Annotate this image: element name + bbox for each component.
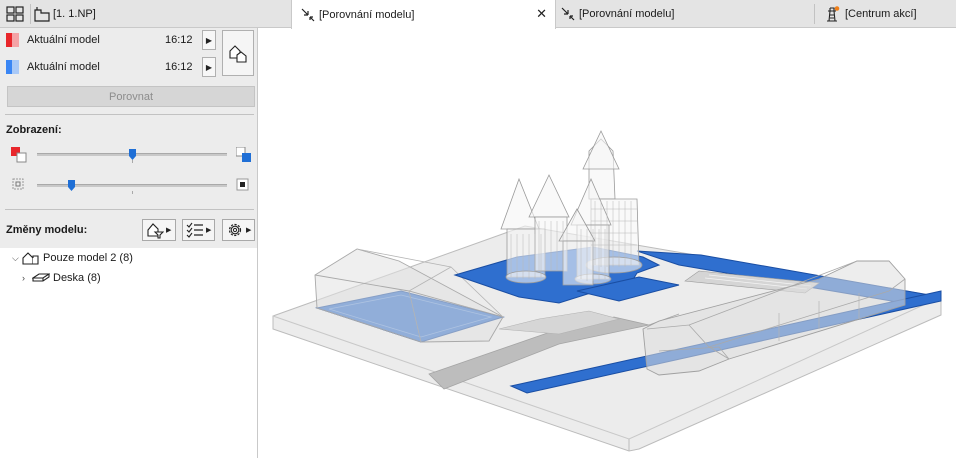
list-icon	[186, 222, 203, 238]
tab-label: [1. 1.NP]	[53, 8, 96, 20]
model-1-select-button[interactable]: ▶	[202, 30, 216, 50]
tab-label: [Porovnání modelu]	[579, 8, 675, 20]
model-row-1: Aktuální model 16:12	[6, 30, 216, 50]
display-label: Zobrazení:	[6, 124, 62, 136]
model-row-2: Aktuální model 16:12	[6, 57, 216, 77]
castle-wireframe	[500, 130, 643, 286]
settings-button[interactable]: ▶	[222, 219, 255, 241]
floor-plan-icon	[34, 7, 50, 22]
slider-tick	[132, 191, 133, 194]
tree-item-only-model-2[interactable]: ⌵ Pouze model 2 (8)	[12, 249, 133, 267]
model-2-swatch	[6, 60, 19, 74]
opaque-icon	[236, 178, 249, 191]
swap-icon	[229, 45, 247, 63]
model-1-swatch	[6, 33, 19, 47]
tab-label: [Centrum akcí]	[845, 8, 917, 20]
tree-item-label: Deska (8)	[53, 272, 101, 284]
grid-icon	[6, 6, 24, 22]
tab-separator	[30, 4, 31, 24]
model-3d-render	[272, 130, 942, 452]
divider	[5, 209, 254, 210]
transparent-icon	[12, 178, 24, 190]
tab-action-center[interactable]: [Centrum akcí]	[822, 0, 956, 28]
model-2-select-button[interactable]: ▶	[202, 57, 216, 77]
swap-models-button[interactable]	[222, 30, 254, 76]
opacity-slider-thumb[interactable]	[68, 180, 75, 191]
model-2-name: Aktuální model	[27, 61, 100, 73]
compare-icon	[301, 8, 315, 21]
settings-icon	[228, 223, 242, 237]
model-3d-viewport[interactable]	[259, 29, 956, 458]
slider-tick	[132, 160, 133, 163]
divider	[5, 114, 254, 115]
tower-icon	[827, 6, 840, 22]
model-1-name: Aktuální model	[27, 34, 100, 46]
color-slider-thumb[interactable]	[129, 149, 136, 160]
compare-icon	[561, 7, 575, 21]
tree-item-slab[interactable]: › Deska (8)	[22, 269, 101, 287]
compare-button[interactable]: Porovnat	[7, 86, 255, 107]
chevron-down-icon[interactable]: ⌵	[12, 253, 22, 264]
tab-label: [Porovnání modelu]	[319, 8, 415, 21]
model-changes-label: Změny modelu:	[6, 224, 88, 236]
building-icon	[22, 252, 39, 265]
model-1-color-icon	[11, 147, 27, 163]
chevron-right-icon: ▶	[206, 227, 212, 234]
tab-model-compare-active[interactable]: [Porovnání modelu] ✕	[291, 0, 556, 29]
tab-floor-plan[interactable]: [1. 1.NP]	[34, 0, 284, 28]
tab-bar: [1. 1.NP] [Porovnání modelu] ✕ [Porovnán…	[0, 0, 956, 29]
close-icon[interactable]: ✕	[536, 7, 547, 20]
tab-model-compare[interactable]: [Porovnání modelu]	[560, 0, 810, 28]
list-options-button[interactable]: ▶	[182, 219, 215, 241]
tab-grid[interactable]	[6, 0, 30, 28]
opacity-slider[interactable]	[37, 184, 227, 187]
filter-button[interactable]: ▶	[142, 219, 176, 241]
model-2-color-icon	[236, 147, 251, 162]
chevron-right-icon: ▶	[166, 227, 172, 234]
tab-separator	[814, 4, 815, 24]
tree-item-label: Pouze model 2 (8)	[43, 252, 133, 264]
compare-panel: Aktuální model 16:12 ▶ Aktuální model 16…	[0, 28, 258, 458]
chevron-right-icon[interactable]: ›	[22, 273, 32, 283]
slab-icon	[32, 273, 50, 282]
filter-icon	[147, 223, 164, 239]
chevron-right-icon: ▶	[246, 227, 252, 234]
model-changes-tree: ⌵ Pouze model 2 (8) › Deska (8)	[0, 248, 257, 458]
